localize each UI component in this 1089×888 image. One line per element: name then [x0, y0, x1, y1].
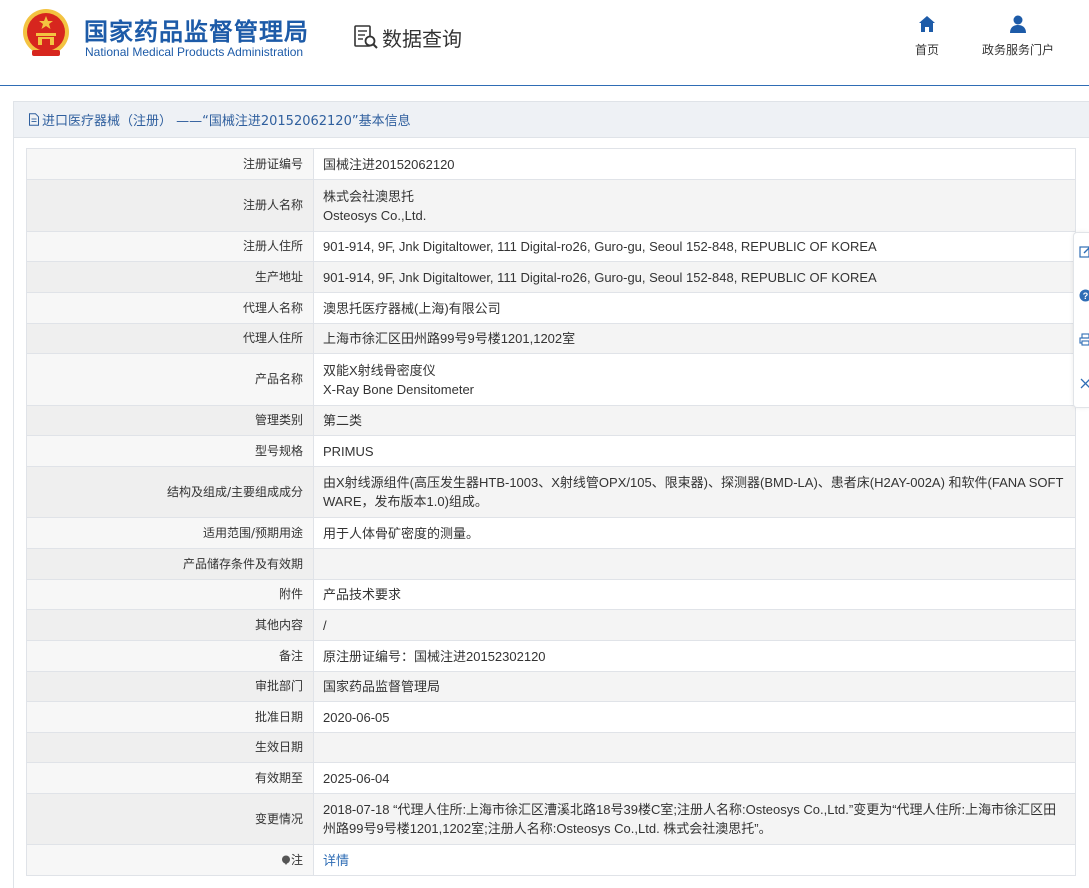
table-row: 代理人名称 澳思托医疗器械(上海)有限公司: [26, 292, 1076, 324]
table-row: 结构及组成/主要组成成分 由X射线源组件(高压发生器HTB-1003、X射线管O…: [26, 466, 1076, 518]
field-label: 注册人名称: [26, 179, 314, 232]
field-value: 第二类: [313, 405, 1076, 436]
table-row: 审批部门 国家药品监督管理局: [26, 671, 1076, 702]
field-value: 双能X射线骨密度仪 X-Ray Bone Densitometer: [313, 353, 1076, 406]
value-line: X-Ray Bone Densitometer: [323, 381, 475, 397]
device-details-table: 注册证编号 国械注进20152062120 注册人名称 株式会社澳思托 Osteo…: [26, 148, 1076, 876]
table-row: 批准日期 2020-06-05: [26, 701, 1076, 733]
table-row: 附件 产品技术要求: [26, 579, 1076, 610]
org-name-cn: 国家药品监督管理局: [84, 18, 309, 46]
field-value: 用于人体骨矿密度的测量。: [313, 517, 1076, 549]
table-row: 管理类别 第二类: [26, 405, 1076, 436]
pin-icon: [281, 855, 290, 865]
field-value: 上海市徐汇区田州路99号9号楼1201,1202室: [313, 323, 1076, 354]
field-label: 代理人名称: [26, 292, 314, 324]
user-icon: [1010, 15, 1026, 33]
field-label: 产品储存条件及有效期: [26, 548, 314, 580]
field-label: 生产地址: [26, 261, 314, 293]
field-label: 生效日期: [26, 732, 314, 763]
field-label: 备注: [26, 640, 314, 672]
data-query-icon: [354, 25, 378, 49]
field-value: 详情: [313, 844, 1076, 876]
field-label: 注: [26, 844, 314, 876]
field-label: 适用范围/预期用途: [26, 517, 314, 549]
details-link[interactable]: 详情: [323, 853, 349, 868]
field-label: 审批部门: [26, 671, 314, 702]
field-label: 注册人住所: [26, 231, 314, 262]
field-label: 附件: [26, 579, 314, 610]
table-row: 有效期至 2025-06-04: [26, 762, 1076, 794]
floating-toolbar: ?: [1073, 232, 1089, 408]
data-query-section: 数据查询: [352, 22, 462, 52]
nav-home-label: 首页: [914, 43, 939, 57]
site-header: 国家药品监督管理局 National Medical Products Admi…: [0, 0, 1089, 86]
table-row: 适用范围/预期用途 用于人体骨矿密度的测量。: [26, 517, 1076, 549]
field-label: 有效期至: [26, 762, 314, 794]
field-label: 型号规格: [26, 435, 314, 467]
field-value: 澳思托医疗器械(上海)有限公司: [313, 292, 1076, 324]
note-label: 注: [290, 852, 303, 867]
value-line: 株式会社澳思托: [323, 188, 415, 204]
close-icon[interactable]: [1079, 377, 1089, 390]
table-row: 生效日期: [26, 732, 1076, 763]
field-value: [313, 732, 1076, 763]
breadcrumb: 进口医疗器械（注册） ——“国械注进20152062120”基本信息: [13, 101, 1089, 138]
home-icon: [919, 16, 935, 32]
field-label: 管理类别: [26, 405, 314, 436]
nav-home[interactable]: 首页: [912, 14, 942, 58]
field-value: 产品技术要求: [313, 579, 1076, 610]
field-value: 国家药品监督管理局: [313, 671, 1076, 702]
field-value: /: [313, 609, 1076, 641]
field-value: PRIMUS: [313, 435, 1076, 467]
field-label: 结构及组成/主要组成成分: [26, 466, 314, 518]
table-row: 备注 原注册证编号：国械注进20152302120: [26, 640, 1076, 672]
field-value: 2025-06-04: [313, 762, 1076, 794]
table-row: 变更情况 2018-07-18 “代理人住所:上海市徐汇区漕溪北路18号39楼C…: [26, 793, 1076, 845]
help-icon[interactable]: ?: [1079, 289, 1089, 302]
table-row: 注 详情: [26, 844, 1076, 876]
field-value: 2020-06-05: [313, 701, 1076, 733]
field-label: 注册证编号: [26, 148, 314, 180]
nav-service-portal[interactable]: 政务服务门户: [976, 14, 1060, 58]
table-row: 代理人住所 上海市徐汇区田州路99号9号楼1201,1202室: [26, 323, 1076, 354]
value-line: 双能X射线骨密度仪: [323, 362, 436, 378]
svg-text:?: ?: [1083, 291, 1089, 301]
print-icon[interactable]: [1079, 333, 1089, 346]
field-label: 其他内容: [26, 609, 314, 641]
national-emblem-icon: [23, 9, 69, 56]
table-row: 注册人名称 株式会社澳思托 Osteosys Co.,Ltd.: [26, 179, 1076, 232]
field-label: 产品名称: [26, 353, 314, 406]
field-label: 变更情况: [26, 793, 314, 845]
document-icon: [29, 113, 39, 126]
field-value: [313, 548, 1076, 580]
field-value: 原注册证编号：国械注进20152302120: [313, 640, 1076, 672]
table-row: 生产地址 901-914, 9F, Jnk Digitaltower, 111 …: [26, 261, 1076, 293]
field-value: 901-914, 9F, Jnk Digitaltower, 111 Digit…: [313, 231, 1076, 262]
field-value: 901-914, 9F, Jnk Digitaltower, 111 Digit…: [313, 261, 1076, 293]
table-row: 型号规格 PRIMUS: [26, 435, 1076, 467]
field-label: 批准日期: [26, 701, 314, 733]
field-label: 代理人住所: [26, 323, 314, 354]
table-row: 产品储存条件及有效期: [26, 548, 1076, 580]
nav-service-portal-label: 政务服务门户: [981, 43, 1054, 57]
table-row: 其他内容 /: [26, 609, 1076, 641]
table-row: 注册人住所 901-914, 9F, Jnk Digitaltower, 111…: [26, 231, 1076, 262]
data-query-title: 数据查询: [382, 26, 462, 51]
table-row: 产品名称 双能X射线骨密度仪 X-Ray Bone Densitometer: [26, 353, 1076, 406]
value-line: Osteosys Co.,Ltd.: [323, 207, 427, 223]
org-name-en: National Medical Products Administration: [85, 45, 304, 59]
field-value: 2018-07-18 “代理人住所:上海市徐汇区漕溪北路18号39楼C室;注册人…: [313, 793, 1076, 845]
field-value: 株式会社澳思托 Osteosys Co.,Ltd.: [313, 179, 1076, 232]
field-value: 由X射线源组件(高压发生器HTB-1003、X射线管OPX/105、限束器)、探…: [313, 466, 1076, 518]
edit-icon[interactable]: [1079, 245, 1089, 258]
field-value: 国械注进20152062120: [313, 148, 1076, 180]
table-row: 注册证编号 国械注进20152062120: [26, 148, 1076, 180]
breadcrumb-text: 进口医疗器械（注册） ——“国械注进20152062120”基本信息: [42, 114, 411, 129]
